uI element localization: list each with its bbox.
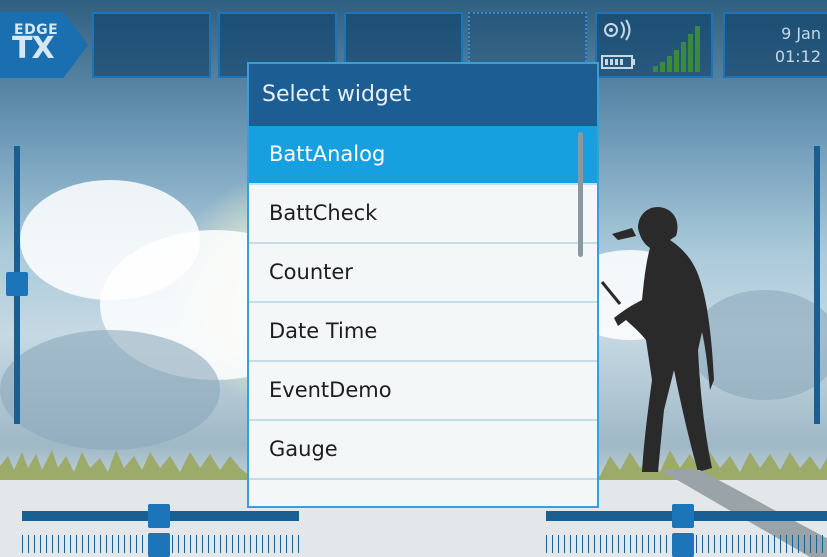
date-text: 9 Jan (781, 24, 821, 43)
select-widget-dialog: Select widget BattAnalog BattCheck Count… (247, 62, 599, 508)
time-text: 01:12 (774, 47, 821, 66)
list-item[interactable]: Date Time (249, 303, 597, 362)
left-trim-handle[interactable] (6, 272, 28, 296)
list-item[interactable] (249, 480, 597, 506)
date-time-widget[interactable]: 9 Jan 01:12 (723, 12, 827, 78)
signal-bars-icon (653, 26, 700, 72)
antenna-signal-icon (604, 19, 631, 41)
bottom-left-trim-handle[interactable] (148, 504, 170, 528)
edgetx-logo[interactable]: EDGE TX (0, 12, 88, 78)
bottom-right-trim-handle[interactable] (672, 504, 694, 528)
battery-icon (601, 55, 635, 69)
list-item[interactable]: Counter (249, 244, 597, 303)
status-area[interactable] (595, 12, 713, 78)
right-vertical-trim[interactable] (814, 146, 820, 424)
list-item[interactable]: Gauge (249, 421, 597, 480)
bottom-left-scale-marker (148, 533, 170, 557)
cloud (0, 330, 220, 450)
list-scrollbar[interactable] (578, 132, 583, 257)
list-item[interactable]: EventDemo (249, 362, 597, 421)
dialog-title: Select widget (249, 64, 597, 126)
pilot-silhouette (600, 206, 714, 473)
topbar-widget-slot-1[interactable] (92, 12, 211, 78)
list-item[interactable]: BattCheck (249, 185, 597, 244)
widget-list[interactable]: BattAnalog BattCheck Counter Date Time E… (249, 126, 597, 506)
list-item[interactable]: BattAnalog (249, 126, 597, 185)
logo-tx-text: TX (12, 31, 55, 66)
bottom-right-scale-marker (672, 533, 694, 557)
